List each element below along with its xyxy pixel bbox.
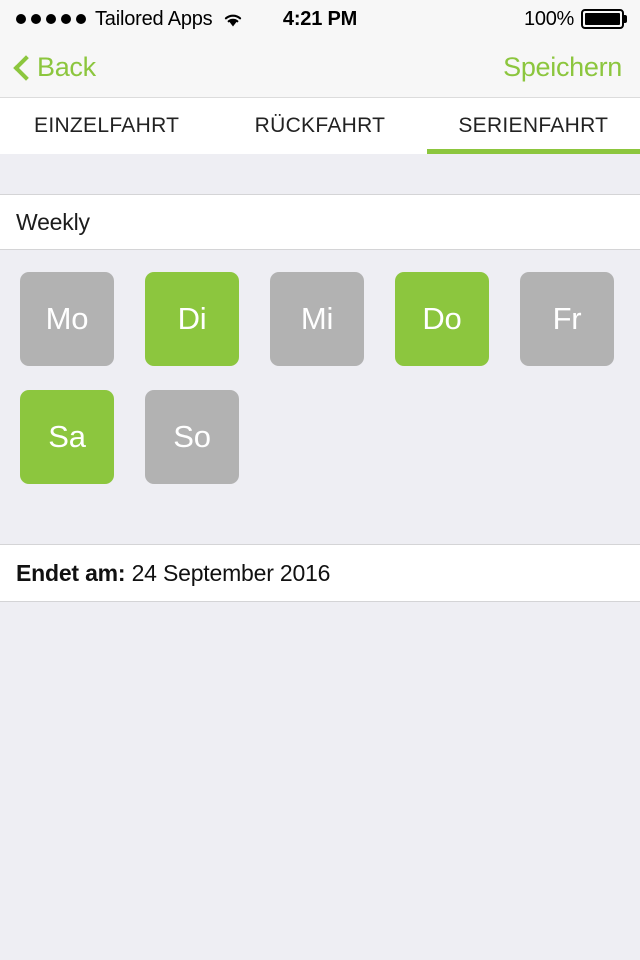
tab-rueckfahrt[interactable]: RÜCKFAHRT [213,98,426,154]
end-date-label: Endet am: [16,559,126,586]
day-selector-grid: Mo Di Mi Do Fr Sa So [20,272,620,484]
status-bar-right: 100% [524,8,624,31]
day-button-fr[interactable]: Fr [520,272,614,366]
end-date-value: 24 September 2016 [125,559,331,586]
tab-bar: EINZELFAHRT RÜCKFAHRT SERIENFAHRT [0,98,640,154]
end-date-text: Endet am: 24 September 2016 [16,560,330,587]
tab-einzelfahrt[interactable]: EINZELFAHRT [0,98,213,154]
day-button-do[interactable]: Do [395,272,489,366]
navigation-bar: Back Speichern [0,38,640,98]
carrier-label: Tailored Apps [95,7,213,30]
frequency-row[interactable]: Weekly [0,194,640,250]
back-button-label: Back [37,52,96,82]
frequency-label: Weekly [16,208,90,235]
day-button-sa[interactable]: Sa [20,390,114,484]
chevron-left-icon [14,55,30,81]
wifi-icon [222,11,244,28]
app-screen: Tailored Apps 4:21 PM 100% Back Speicher… [0,0,640,960]
battery-percent-label: 100% [524,7,574,30]
end-date-value-text: 24 September 2016 [131,559,331,586]
day-button-so[interactable]: So [145,390,239,484]
end-date-row[interactable]: Endet am: 24 September 2016 [0,544,640,602]
empty-area [0,602,640,960]
tab-serienfahrt[interactable]: SERIENFAHRT [426,98,640,154]
day-button-mo[interactable]: Mo [20,272,114,366]
battery-icon [581,9,624,29]
spacer-top [0,154,640,194]
signal-strength-icon [16,14,86,24]
spacer-middle [0,484,640,544]
save-button[interactable]: Speichern [503,52,622,83]
day-selector-panel: Mo Di Mi Do Fr Sa So [0,250,640,484]
status-bar: Tailored Apps 4:21 PM 100% [0,0,640,38]
status-bar-left: Tailored Apps [16,8,244,31]
battery-fill [585,13,620,25]
day-button-di[interactable]: Di [145,272,239,366]
content-area: Weekly Mo Di Mi Do Fr Sa So Endet am: 24… [0,154,640,960]
back-button[interactable]: Back [14,52,96,83]
day-button-mi[interactable]: Mi [270,272,364,366]
